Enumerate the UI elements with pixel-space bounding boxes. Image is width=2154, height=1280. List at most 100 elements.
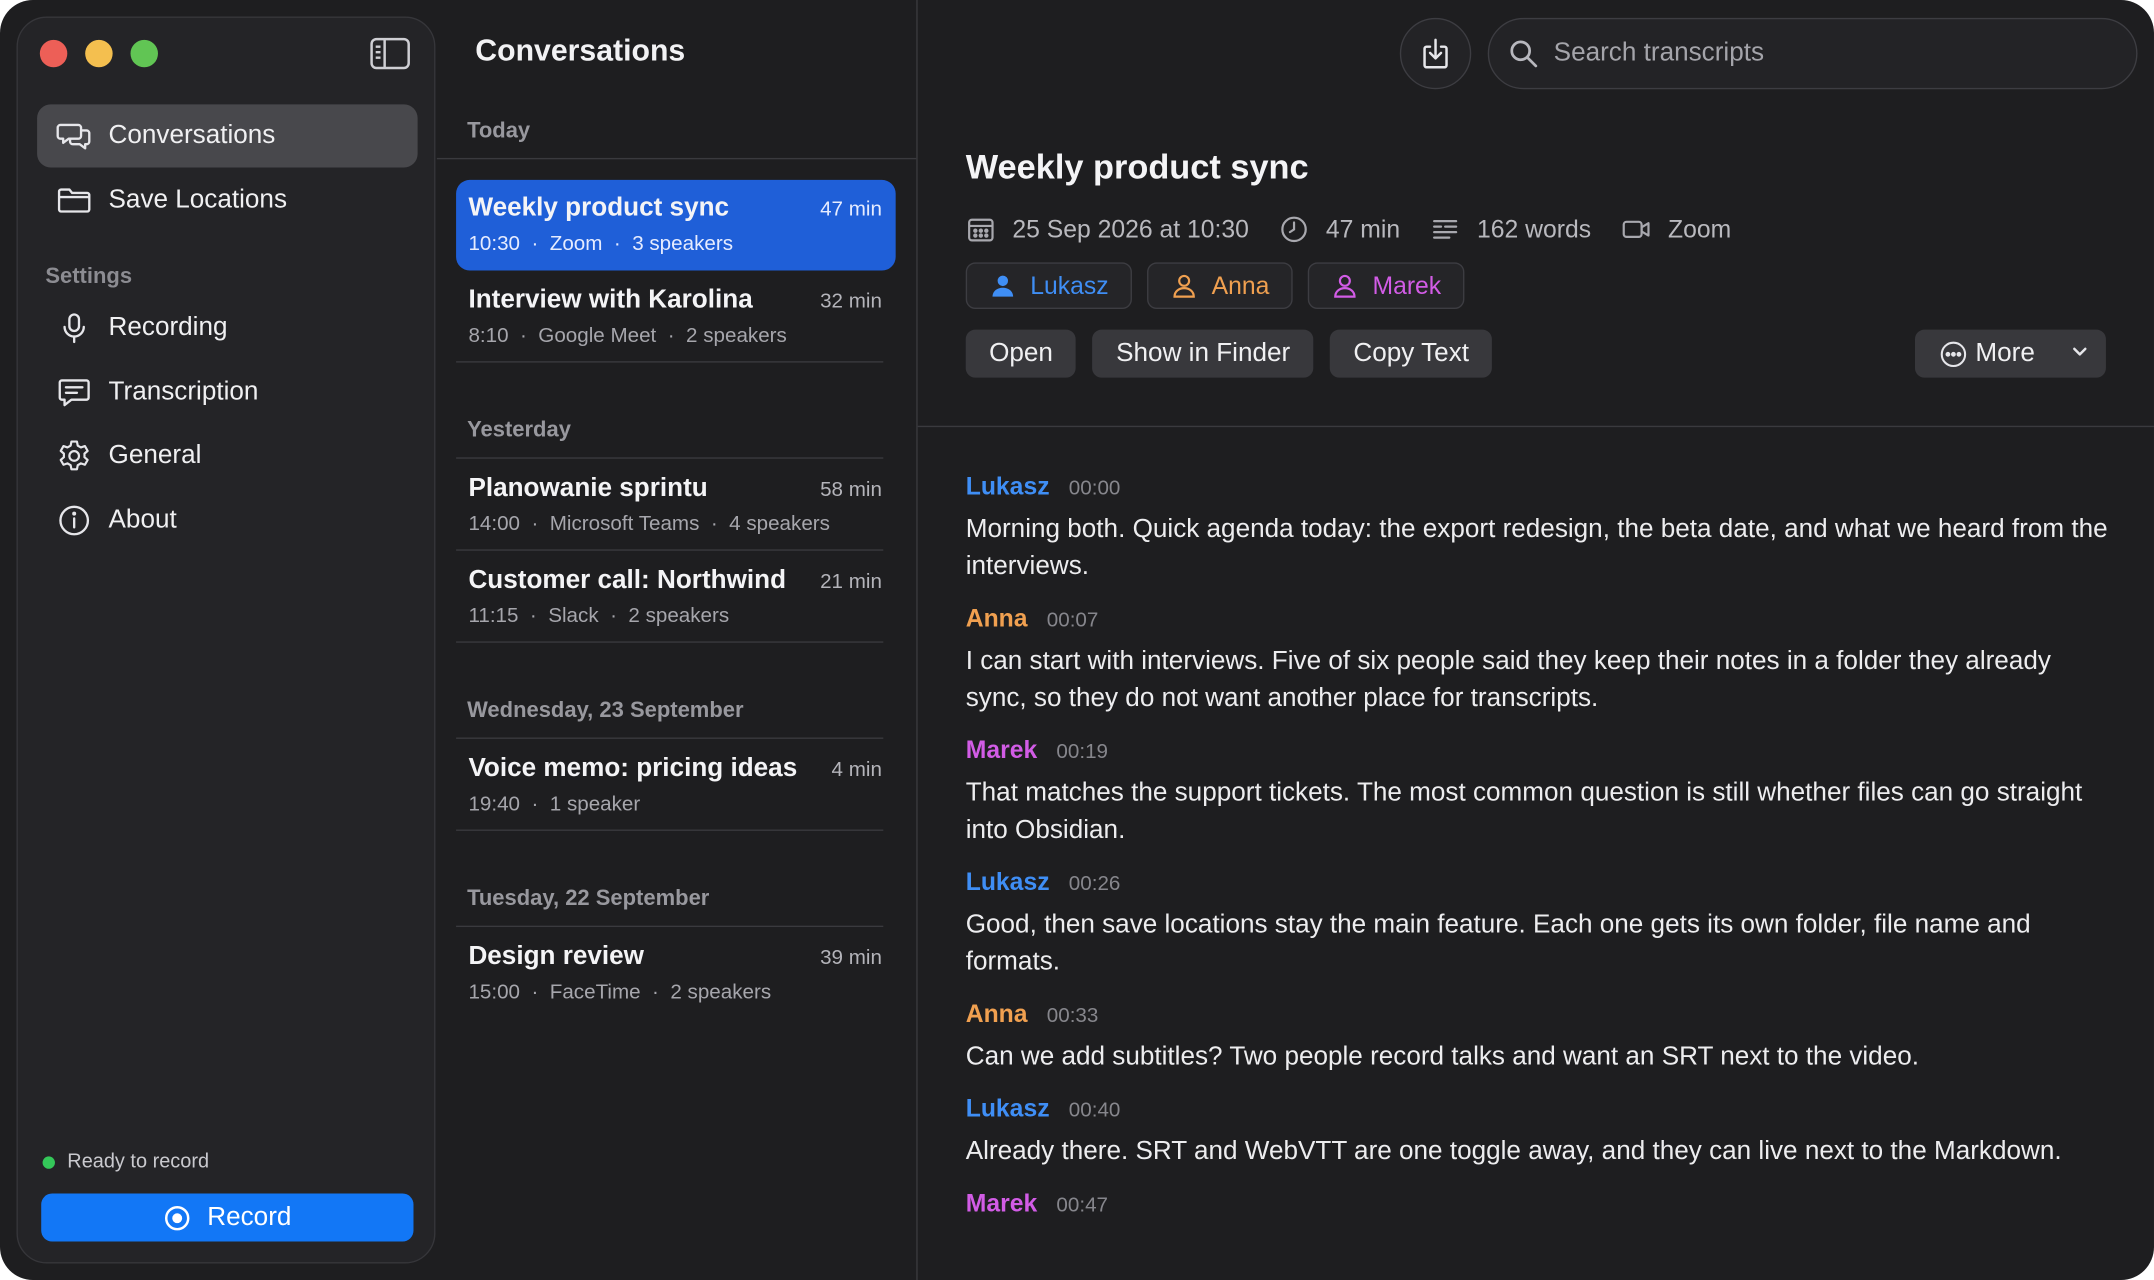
sidebar-item-label: About [108, 505, 177, 535]
person-filled-icon [992, 275, 1014, 297]
chevron-down-icon [2073, 347, 2087, 356]
segment-timestamp[interactable]: 00:07 [1047, 608, 1099, 631]
divider [456, 361, 884, 363]
conversation-duration: 32 min [820, 289, 882, 314]
divider [456, 829, 884, 831]
gear-icon [59, 440, 89, 471]
sidebar-item-conversations[interactable]: Conversations [37, 104, 418, 168]
divider [456, 925, 884, 928]
segment-timestamp[interactable]: 00:33 [1047, 1004, 1099, 1027]
segment-speaker[interactable]: Marek [966, 1189, 1037, 1218]
record-icon [164, 1205, 190, 1230]
search-field[interactable] [1487, 17, 2138, 90]
segment-speaker[interactable]: Lukasz [966, 1095, 1050, 1124]
speaker-chip-lukasz[interactable]: Lukasz [965, 262, 1133, 310]
segment-timestamp[interactable]: 00:40 [1069, 1099, 1121, 1122]
segment-timestamp[interactable]: 00:19 [1056, 740, 1108, 763]
transcript-segment: Lukasz 00:00 Morning both. Quick agenda t… [966, 472, 2113, 585]
conversation-item-interview-karolina[interactable]: Interview with Karolina 32 min 8:10 · Go… [456, 272, 896, 363]
minimize-window-button[interactable] [85, 39, 113, 68]
text-lines-icon [1433, 220, 1458, 239]
recording-status: Ready to record [42, 1150, 210, 1173]
conversation-list-pane: Conversations Today Weekly product sync … [436, 0, 917, 1280]
search-input[interactable] [1553, 38, 2104, 69]
segment-text: I can start with interviews. Five of six… [965, 646, 2051, 713]
segment-speaker[interactable]: Lukasz [966, 868, 1050, 897]
conversation-meta: 19:40 · 1 speaker [468, 792, 641, 816]
segment-speaker[interactable]: Marek [966, 736, 1037, 765]
conversation-duration: 39 min [820, 946, 882, 970]
clock-icon [1281, 216, 1308, 243]
video-camera-icon [1622, 220, 1650, 239]
segment-text: Good, then save locations stay the main … [965, 910, 2031, 977]
sidebar-item-transcription[interactable]: Transcription [37, 361, 418, 424]
ellipsis-circle-icon [1940, 340, 1967, 367]
divider [456, 549, 884, 551]
segment-text: That matches the support tickets. The mo… [965, 778, 2083, 845]
segment-text: Can we add subtitles? Two people record … [965, 1042, 1920, 1072]
status-text: Ready to record [67, 1150, 210, 1173]
copy-text-button[interactable]: Copy Text [1330, 329, 1493, 378]
more-menu-button[interactable]: More [1914, 329, 2106, 378]
segment-timestamp[interactable]: 00:26 [1069, 872, 1121, 895]
conversation-meta-row: 25 Sep 2026 at 10:30 47 min 162 words Zo… [966, 212, 1762, 248]
conversation-meta: 11:15 · Slack · 2 speakers [468, 604, 730, 628]
transcript-segment: Marek 00:47 [966, 1189, 2113, 1225]
conversation-title: Design review [468, 942, 644, 971]
conversation-item-weekly-product-sync[interactable]: Weekly product sync 47 min 10:30 · Zoom … [456, 179, 896, 271]
conversation-title-heading: Weekly product sync [965, 148, 1309, 187]
conversation-title: Weekly product sync [468, 193, 730, 223]
transcript-segment: Marek 00:19 That matches the support tick… [966, 736, 2113, 849]
sidebar-item-recording[interactable]: Recording [37, 297, 418, 360]
sidebar-item-label: Save Locations [108, 185, 288, 215]
sidebar-item-save-locations[interactable]: Save Locations [37, 169, 418, 232]
zoom-window-button[interactable] [130, 39, 158, 68]
segment-speaker[interactable]: Lukasz [966, 472, 1050, 501]
segment-timestamp[interactable]: 00:00 [1069, 477, 1121, 500]
segment-timestamp[interactable]: 00:47 [1056, 1193, 1108, 1216]
meta-duration: 47 min [1279, 214, 1400, 244]
conversation-meta: 15:00 · FaceTime · 2 speakers [468, 980, 772, 1004]
open-button[interactable]: Open [965, 329, 1077, 378]
speaker-chip-marek[interactable]: Marek [1307, 262, 1465, 310]
sidebar-item-general[interactable]: General [37, 424, 418, 487]
conversation-title: Customer call: Northwind [468, 565, 787, 595]
conversation-duration: 58 min [820, 477, 882, 502]
meta-source: Zoom [1621, 214, 1731, 244]
conversation-item-voice-memo[interactable]: Voice memo: pricing ideas 4 min 19:40 · … [456, 740, 896, 831]
status-dot [42, 1155, 55, 1169]
sidebar-item-about[interactable]: About [37, 489, 418, 552]
app-window: Conversations Save Locations Settings Re… [0, 0, 2154, 1280]
conversation-item-customer-call-northwind[interactable]: Customer call: Northwind 21 min 11:15 · … [456, 552, 896, 643]
conversation-meta: 14:00 · Microsoft Teams · 4 speakers [468, 512, 830, 536]
caption-icon [58, 379, 90, 407]
duration-text: 47 min [1325, 214, 1401, 243]
sidebar: Conversations Save Locations Settings Re… [16, 16, 436, 1264]
conversation-duration: 47 min [820, 197, 882, 222]
segment-text: Morning both. Quick agenda today: the ex… [965, 515, 2108, 581]
group-header-wednesday: Wednesday, 23 September [467, 699, 744, 723]
conversation-item-planowanie-sprintu[interactable]: Planowanie sprintu 58 min 14:00 · Micros… [456, 460, 896, 551]
speaker-chip-anna[interactable]: Anna [1147, 262, 1293, 310]
export-button[interactable] [1399, 17, 1472, 90]
folder-icon [57, 188, 91, 213]
speaker-chip-label: Lukasz [1030, 271, 1109, 299]
export-icon [1423, 38, 1448, 69]
speaker-chip-label: Anna [1211, 271, 1270, 299]
sidebar-item-label: Recording [108, 313, 228, 342]
person-icon [1334, 274, 1356, 298]
segment-speaker[interactable]: Anna [966, 1000, 1028, 1029]
conversation-detail: Weekly product sync 25 Sep 2026 at 10:30… [917, 0, 2154, 1280]
conversation-title: Voice memo: pricing ideas [468, 753, 798, 783]
date-text: 25 Sep 2026 at 10:30 [1012, 214, 1249, 243]
group-header-yesterday: Yesterday [467, 418, 571, 443]
sidebar-toggle-icon[interactable] [370, 37, 411, 70]
show-in-finder-button[interactable]: Show in Finder [1092, 329, 1314, 378]
divider [917, 425, 2154, 428]
record-button[interactable]: Record [41, 1193, 414, 1242]
info-icon [59, 505, 90, 536]
segment-speaker[interactable]: Anna [966, 604, 1028, 633]
close-window-button[interactable] [39, 39, 68, 68]
conversation-meta: 8:10 · Google Meet · 2 speakers [468, 324, 787, 348]
conversation-item-design-review[interactable]: Design review 39 min 15:00 · FaceTime · … [456, 928, 896, 1019]
